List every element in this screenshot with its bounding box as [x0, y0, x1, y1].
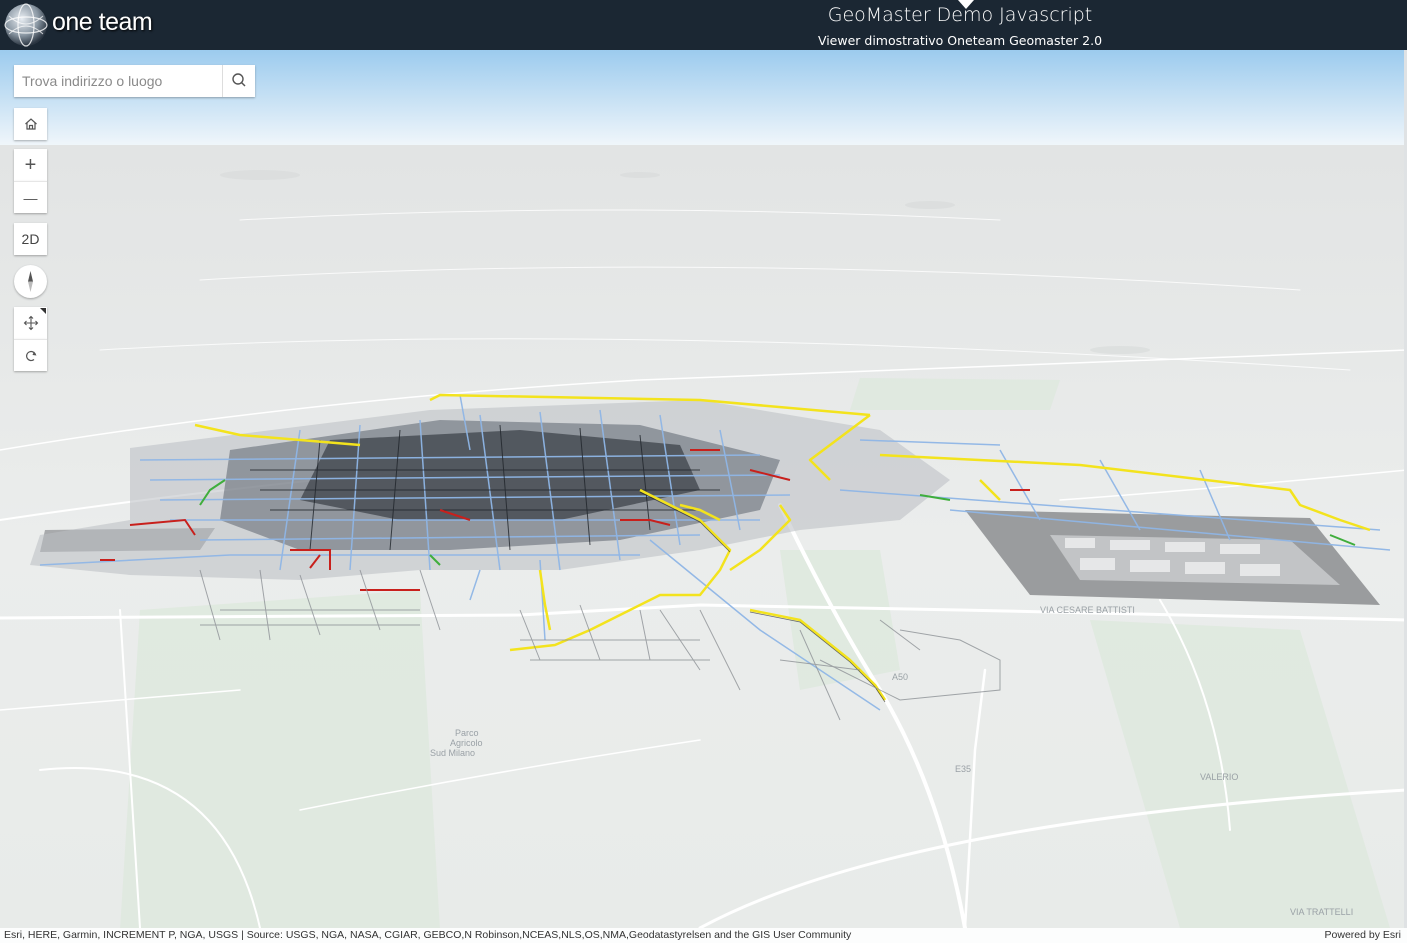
map-label-street: VIA CESARE BATTISTI: [1040, 605, 1135, 615]
zoom-in-button[interactable]: +: [14, 149, 47, 181]
compass-icon: [28, 271, 33, 292]
view-toggle-label: 2D: [21, 231, 40, 247]
search-button[interactable]: [222, 65, 255, 97]
rotate-button[interactable]: [14, 339, 47, 371]
scene-view[interactable]: Parco Agricolo Sud Milano VIA CESARE BAT…: [0, 50, 1407, 928]
map-label-park: Parco: [455, 728, 479, 738]
map-label-a50: A50: [892, 672, 908, 682]
search-input[interactable]: [14, 65, 222, 97]
attribution-text[interactable]: Esri, HERE, Garmin, INCREMENT P, NGA, US…: [4, 928, 851, 943]
map-label-park-2: Agricolo: [450, 738, 483, 748]
compass-button[interactable]: [14, 265, 47, 298]
map-label-e35: E35: [955, 764, 971, 774]
home-icon: [24, 118, 37, 130]
powered-by: Powered by Esri: [1325, 928, 1401, 943]
rotate-icon: [25, 350, 36, 361]
search-widget: [14, 65, 255, 97]
zoom-out-button[interactable]: —: [14, 181, 47, 213]
esri-link[interactable]: Esri: [1383, 929, 1401, 941]
tool-expand-indicator: [40, 308, 46, 314]
search-icon: [232, 73, 246, 87]
view-toggle-button[interactable]: 2D: [14, 223, 47, 255]
map-label-park-3: Sud Milano: [430, 748, 475, 758]
header-bar: one team GeoMaster Demo Javascript Viewe…: [0, 0, 1407, 50]
powered-by-prefix: Powered by: [1324, 929, 1383, 941]
attribution-bar: Esri, HERE, Garmin, INCREMENT P, NGA, US…: [0, 928, 1407, 943]
app-title: GeoMaster Demo Javascript: [827, 4, 1093, 26]
map-label-valerio: VALERIO: [1200, 772, 1238, 782]
app-subtitle: Viewer dimostrativo Oneteam Geomaster 2.…: [817, 33, 1103, 48]
map-label-trattelli: VIA TRATTELLI: [1290, 907, 1353, 917]
pan-icon: [23, 315, 38, 331]
brand-name: one team: [52, 8, 153, 36]
home-button[interactable]: [14, 108, 47, 140]
zoom-in-label: +: [24, 153, 37, 176]
zoom-out-label: —: [23, 189, 38, 206]
logo-globe-icon: [4, 3, 48, 47]
